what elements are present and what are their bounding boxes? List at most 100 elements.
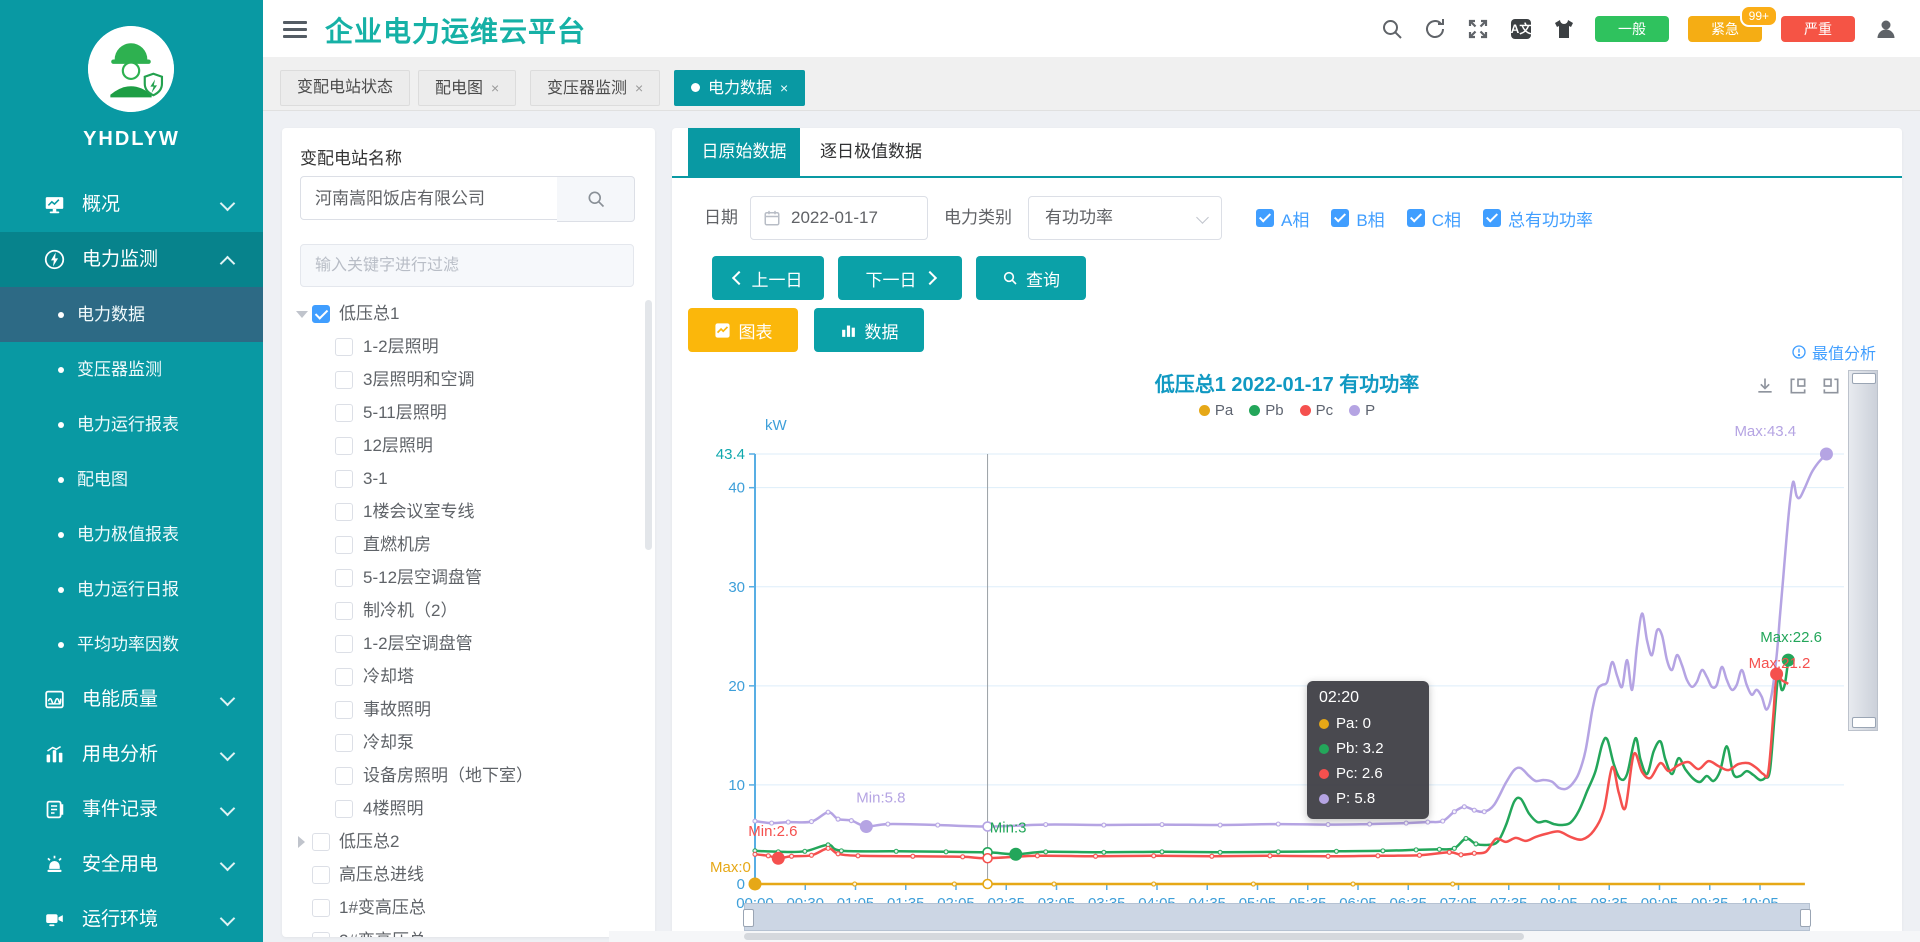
tree-checkbox[interactable] [335, 800, 353, 818]
tree-checkbox[interactable] [335, 371, 353, 389]
close-icon[interactable]: × [491, 80, 499, 96]
next-day-button[interactable]: 下一日 [838, 256, 962, 300]
datazoom-left-handle[interactable] [743, 909, 754, 927]
checkbox-B相[interactable]: B相 [1331, 206, 1384, 231]
theme-icon[interactable] [1552, 17, 1576, 41]
sidebar-subitem-变压器监测[interactable]: 变压器监测 [0, 342, 263, 397]
search-icon[interactable] [1380, 17, 1404, 41]
datazoom-bottom-handle[interactable] [1852, 717, 1876, 728]
close-icon[interactable]: × [635, 80, 643, 96]
tree-checkbox[interactable] [335, 536, 353, 554]
sidebar-subitem-电力极值报表[interactable]: 电力极值报表 [0, 507, 263, 562]
legend-item-Pa[interactable]: Pa [1199, 402, 1233, 419]
open-tab-电力数据[interactable]: 电力数据× [674, 70, 805, 106]
tree-node-1-2层空调盘管[interactable]: 1-2层空调盘管 [282, 627, 655, 660]
station-search-button[interactable] [557, 176, 635, 222]
sidebar-item-environment[interactable]: 运行环境 [0, 892, 263, 942]
refresh-icon[interactable] [1423, 17, 1447, 41]
tree-node-制冷机（2）[interactable]: 制冷机（2） [282, 594, 655, 627]
tree-checkbox[interactable] [312, 899, 330, 917]
tab-daily-extreme-data[interactable]: 逐日极值数据 [820, 128, 922, 176]
tree-checkbox[interactable] [335, 404, 353, 422]
checkbox-总有功功率[interactable]: 总有功功率 [1483, 206, 1593, 231]
alarm-badge-severe[interactable]: 严重 [1781, 16, 1855, 42]
translate-icon[interactable]: A文 [1509, 17, 1533, 41]
tree-node-5-12层空调盘管[interactable]: 5-12层空调盘管 [282, 561, 655, 594]
datazoom-right-handle[interactable] [1800, 909, 1811, 927]
vertical-datazoom-slider[interactable] [1848, 370, 1878, 731]
sidebar-item-power-monitoring[interactable]: 电力监测 [0, 232, 263, 287]
tree-node-1#变高压总[interactable]: 1#变高压总 [282, 891, 655, 924]
user-avatar-icon[interactable] [1874, 17, 1898, 41]
tree-node-直燃机房[interactable]: 直燃机房 [282, 528, 655, 561]
tree-node-高压总进线[interactable]: 高压总进线 [282, 858, 655, 891]
sidebar-subitem-配电图[interactable]: 配电图 [0, 452, 263, 507]
tree-checkbox[interactable] [335, 569, 353, 587]
scrollbar-thumb[interactable] [744, 933, 1524, 940]
checkbox-A相[interactable]: A相 [1256, 206, 1309, 231]
fullscreen-icon[interactable] [1466, 17, 1490, 41]
tree-filter-input[interactable]: 输入关键字进行过滤 [300, 244, 634, 287]
tree-checkbox[interactable] [335, 503, 353, 521]
date-picker[interactable]: 2022-01-17 [750, 196, 928, 240]
checkbox-C相[interactable]: C相 [1407, 206, 1461, 231]
save-image-icon[interactable] [1755, 376, 1775, 396]
tree-checkbox[interactable] [335, 338, 353, 356]
tab-daily-raw-data[interactable]: 日原始数据 [688, 128, 800, 176]
tree-node-事故照明[interactable]: 事故照明 [282, 693, 655, 726]
alarm-badge-normal[interactable]: 一般 [1595, 16, 1669, 42]
tree-checkbox[interactable] [335, 437, 353, 455]
tree-node-低压总1[interactable]: 低压总1 [282, 297, 655, 330]
prev-day-button[interactable]: 上一日 [712, 256, 824, 300]
tree-node-冷却泵[interactable]: 冷却泵 [282, 726, 655, 759]
tree-checkbox[interactable] [335, 701, 353, 719]
sidebar-subitem-电力运行报表[interactable]: 电力运行报表 [0, 397, 263, 452]
sidebar-item-safe-power[interactable]: 安全用电 [0, 837, 263, 892]
tree-node-4楼照明[interactable]: 4楼照明 [282, 792, 655, 825]
power-type-select[interactable]: 有功功率 [1028, 196, 1222, 240]
zoom-reset-icon[interactable] [1821, 376, 1841, 396]
tree-node-5-11层照明[interactable]: 5-11层照明 [282, 396, 655, 429]
datazoom-top-handle[interactable] [1852, 373, 1876, 384]
data-zoom-icon[interactable] [1788, 376, 1808, 396]
sidebar-item-overview[interactable]: 概况 [0, 177, 263, 232]
sidebar-subitem-电力数据[interactable]: 电力数据 [0, 287, 263, 342]
query-button[interactable]: 查询 [976, 256, 1086, 300]
data-view-button[interactable]: 数据 [814, 308, 924, 352]
tree-node-2#变高压总[interactable]: 2#变高压总 [282, 924, 655, 937]
legend-item-P[interactable]: P [1349, 402, 1375, 419]
close-icon[interactable]: × [780, 80, 788, 96]
sidebar-item-power-quality[interactable]: 电能质量 [0, 672, 263, 727]
tree-node-12层照明[interactable]: 12层照明 [282, 429, 655, 462]
tree-checkbox[interactable] [335, 734, 353, 752]
caret-down-icon[interactable] [296, 311, 308, 318]
chart-view-button[interactable]: 图表 [688, 308, 798, 352]
tree-checkbox[interactable] [312, 305, 330, 323]
station-name-input[interactable]: 河南嵩阳饭店有限公司 [300, 176, 558, 220]
collapse-menu-icon[interactable] [283, 17, 307, 39]
tree-node-冷却塔[interactable]: 冷却塔 [282, 660, 655, 693]
tree-checkbox[interactable] [312, 866, 330, 884]
sidebar-subitem-电力运行日报[interactable]: 电力运行日报 [0, 562, 263, 617]
sidebar-item-usage-analysis[interactable]: 用电分析 [0, 727, 263, 782]
tree-checkbox[interactable] [312, 932, 330, 937]
tree-node-1-2层照明[interactable]: 1-2层照明 [282, 330, 655, 363]
open-tab-变配电站状态[interactable]: 变配电站状态 [280, 70, 410, 106]
tree-node-1楼会议室专线[interactable]: 1楼会议室专线 [282, 495, 655, 528]
open-tab-变压器监测[interactable]: 变压器监测× [530, 70, 660, 106]
horizontal-datazoom-slider[interactable] [744, 903, 1810, 931]
tree-node-设备房照明（地下室）[interactable]: 设备房照明（地下室） [282, 759, 655, 792]
tree-checkbox[interactable] [335, 602, 353, 620]
tree-checkbox[interactable] [335, 635, 353, 653]
alarm-badge-urgent[interactable]: 紧急99+ [1688, 16, 1762, 42]
sidebar-subitem-平均功率因数[interactable]: 平均功率因数 [0, 617, 263, 672]
open-tab-配电图[interactable]: 配电图× [418, 70, 516, 106]
tree-checkbox[interactable] [335, 767, 353, 785]
caret-right-icon[interactable] [298, 836, 305, 848]
page-horizontal-scrollbar[interactable] [609, 931, 1920, 942]
tree-checkbox[interactable] [335, 668, 353, 686]
tree-checkbox[interactable] [312, 833, 330, 851]
tree-scrollbar[interactable] [645, 300, 652, 550]
sidebar-item-event-log[interactable]: 事件记录 [0, 782, 263, 837]
max-value-analysis-link[interactable]: 最值分析 [1791, 340, 1876, 364]
